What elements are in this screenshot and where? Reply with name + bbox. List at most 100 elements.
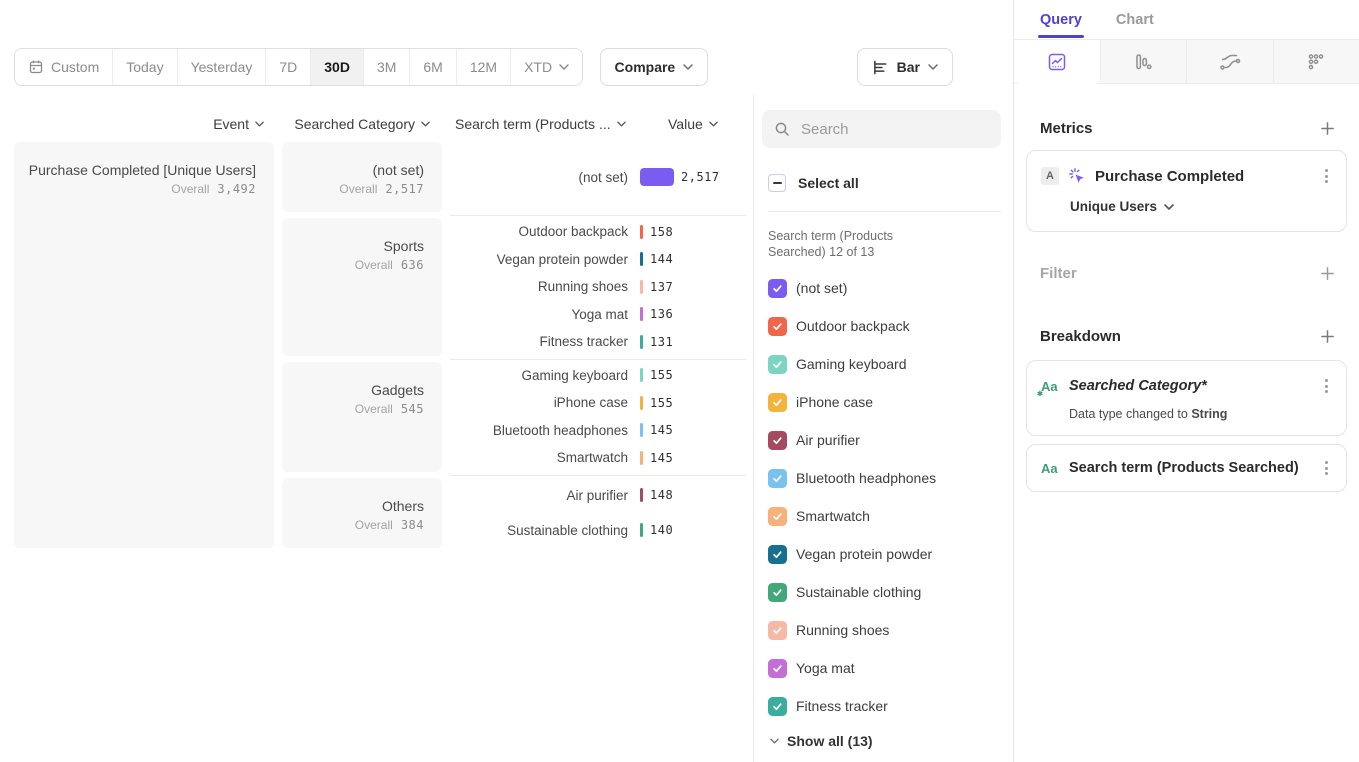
- term-row[interactable]: Fitness tracker 131: [450, 328, 746, 356]
- term-row[interactable]: Outdoor backpack158: [450, 218, 746, 246]
- column-header-category[interactable]: Searched Category: [282, 116, 442, 132]
- term-label: (not set): [450, 170, 640, 185]
- breakdown-title: Breakdown: [1040, 328, 1121, 345]
- term-value: 131: [650, 335, 673, 349]
- category-box[interactable]: OthersOverall384: [282, 478, 442, 548]
- report-type-funnels[interactable]: [1101, 40, 1188, 83]
- breakdown-property-name: Search term (Products Searched): [1069, 460, 1299, 476]
- checkbox-checked[interactable]: [768, 355, 787, 374]
- breakdown-card-row: Aa Search term (Products Searched): [1041, 457, 1332, 479]
- term-row[interactable]: Bluetooth headphones145: [450, 417, 746, 445]
- select-all[interactable]: Select all: [762, 174, 1001, 192]
- breakdown-note-text: Data type changed to: [1069, 407, 1191, 421]
- retention-icon: [1305, 51, 1327, 73]
- date-range-30d[interactable]: 30D: [310, 49, 363, 85]
- filter-item[interactable]: (not set): [762, 269, 1001, 307]
- search-box[interactable]: [762, 110, 1001, 148]
- checkbox-checked[interactable]: [768, 317, 787, 336]
- term-label: Fitness tracker: [450, 334, 640, 349]
- filter-item[interactable]: Fitness tracker: [762, 687, 1001, 725]
- filter-item[interactable]: Gaming keyboard: [762, 345, 1001, 383]
- category-box[interactable]: SportsOverall636: [282, 218, 442, 356]
- checkbox-checked[interactable]: [768, 545, 787, 564]
- breakdown-kebab-menu[interactable]: [1321, 375, 1332, 397]
- term-rows: Outdoor backpack158Vegan protein powder1…: [450, 218, 746, 356]
- term-bar: [640, 368, 643, 382]
- term-row[interactable]: (not set)2,517: [450, 142, 746, 212]
- compare-button[interactable]: Compare: [600, 48, 709, 86]
- tab-chart[interactable]: Chart: [1116, 0, 1154, 39]
- date-range-yesterday[interactable]: Yesterday: [177, 49, 266, 85]
- filter-item[interactable]: Smartwatch: [762, 497, 1001, 535]
- select-all-checkbox-indeterminate[interactable]: [768, 174, 786, 192]
- date-range-label: Yesterday: [191, 59, 253, 75]
- checkbox-checked[interactable]: [768, 507, 787, 526]
- filter-item[interactable]: Yoga mat: [762, 649, 1001, 687]
- date-range-custom[interactable]: Custom: [15, 49, 112, 85]
- filter-item[interactable]: Sustainable clothing: [762, 573, 1001, 611]
- date-range-3m[interactable]: 3M: [363, 49, 409, 85]
- column-header-value[interactable]: Value: [668, 116, 718, 132]
- date-range-12m[interactable]: 12M: [456, 49, 510, 85]
- checkbox-checked[interactable]: [768, 697, 787, 716]
- segment-filter-panel: Select all Search term (Products Searche…: [754, 95, 1013, 762]
- filter-item[interactable]: iPhone case: [762, 383, 1001, 421]
- term-row[interactable]: Smartwatch145: [450, 444, 746, 472]
- date-range-today[interactable]: Today: [112, 49, 176, 85]
- date-range-6m[interactable]: 6M: [409, 49, 455, 85]
- tab-query[interactable]: Query: [1040, 0, 1082, 39]
- add-metric-button[interactable]: [1316, 117, 1339, 140]
- term-row[interactable]: Yoga mat136: [450, 301, 746, 329]
- filter-section-header: Filter: [1014, 262, 1359, 285]
- add-filter-button[interactable]: [1316, 262, 1339, 285]
- date-range-xtd[interactable]: XTD: [510, 49, 582, 85]
- overall-label: Overall: [355, 258, 393, 272]
- term-row[interactable]: Air purifier148: [450, 478, 746, 513]
- search-input[interactable]: [799, 120, 989, 139]
- checkbox-checked[interactable]: [768, 621, 787, 640]
- term-value: 155: [650, 368, 673, 382]
- term-row[interactable]: Gaming keyboard155: [450, 362, 746, 390]
- term-value: 155: [650, 396, 673, 410]
- category-group: GadgetsOverall545 Gaming keyboard155iPhon…: [282, 362, 746, 472]
- checkbox-checked[interactable]: [768, 393, 787, 412]
- term-row[interactable]: iPhone case155: [450, 389, 746, 417]
- breakdown-card-search-term[interactable]: Aa Search term (Products Searched): [1026, 444, 1347, 492]
- term-row[interactable]: Vegan protein powder144: [450, 246, 746, 274]
- filter-item[interactable]: Vegan protein powder: [762, 535, 1001, 573]
- filter-item[interactable]: Air purifier: [762, 421, 1001, 459]
- checkbox-checked[interactable]: [768, 431, 787, 450]
- overall-value: 545: [401, 402, 424, 416]
- measurement-dropdown[interactable]: Unique Users: [1041, 199, 1332, 214]
- checkbox-checked[interactable]: [768, 583, 787, 602]
- report-type-retention[interactable]: [1274, 40, 1359, 83]
- show-all-label: Show all (13): [787, 733, 873, 749]
- category-box[interactable]: (not set)Overall2,517: [282, 142, 442, 212]
- show-all-toggle[interactable]: Show all (13): [762, 729, 1001, 753]
- term-row[interactable]: Sustainable clothing140: [450, 513, 746, 548]
- report-type-insights[interactable]: [1014, 40, 1101, 84]
- metric-card[interactable]: A Purchase Completed Unique Users: [1026, 150, 1347, 232]
- breakdown-kebab-menu[interactable]: [1321, 457, 1332, 479]
- report-type-strip: [1014, 40, 1359, 84]
- column-header-term[interactable]: Search term (Products ...: [455, 116, 626, 132]
- filter-item[interactable]: Bluetooth headphones: [762, 459, 1001, 497]
- date-range-7d[interactable]: 7D: [265, 49, 310, 85]
- column-header-event[interactable]: Event: [14, 116, 274, 132]
- breakdown-card-searched-category[interactable]: Aa Searched Category* Data type changed …: [1026, 360, 1347, 436]
- add-breakdown-button[interactable]: [1316, 325, 1339, 348]
- filter-item[interactable]: Outdoor backpack: [762, 307, 1001, 345]
- event-box[interactable]: Purchase Completed [Unique Users] Overal…: [14, 142, 274, 548]
- checkbox-checked[interactable]: [768, 659, 787, 678]
- breakdown-property-name: Searched Category*: [1069, 378, 1207, 394]
- report-type-flows[interactable]: [1187, 40, 1274, 83]
- term-label: Vegan protein powder: [450, 252, 640, 267]
- category-box[interactable]: GadgetsOverall545: [282, 362, 442, 472]
- chart-type-button[interactable]: Bar: [857, 48, 953, 86]
- metric-kebab-menu[interactable]: [1321, 165, 1332, 187]
- measurement-label: Unique Users: [1070, 199, 1157, 214]
- checkbox-checked[interactable]: [768, 279, 787, 298]
- filter-item[interactable]: Running shoes: [762, 611, 1001, 649]
- term-row[interactable]: Running shoes137: [450, 273, 746, 301]
- checkbox-checked[interactable]: [768, 469, 787, 488]
